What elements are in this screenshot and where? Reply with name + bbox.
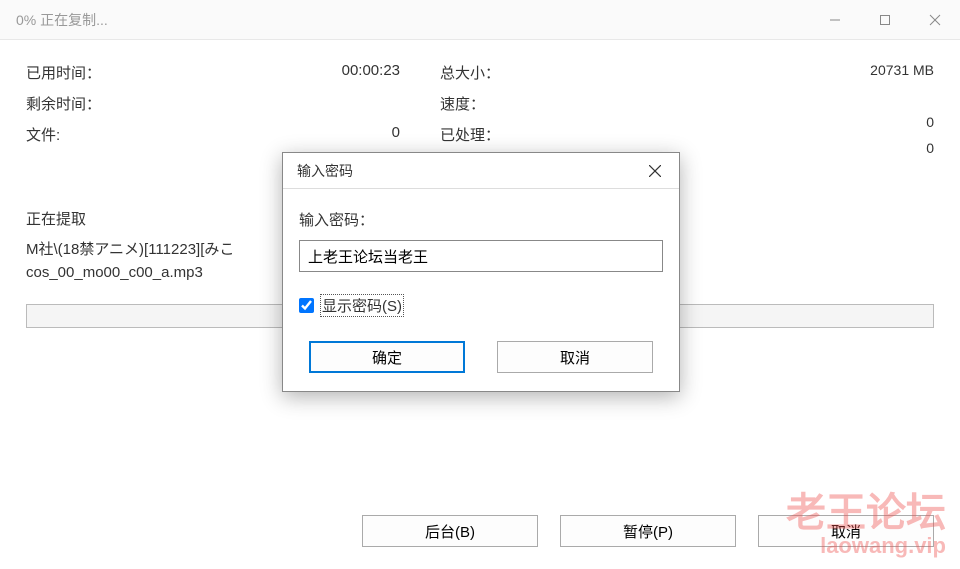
password-dialog: 输入密码 输入密码： 显示密码(S) 确定 取消 <box>282 152 680 392</box>
cancel-button[interactable]: 取消 <box>758 515 934 547</box>
dialog-body: 输入密码： 显示密码(S) 确定 取消 <box>283 189 679 391</box>
close-icon <box>929 14 941 26</box>
background-button[interactable]: 后台(B) <box>362 515 538 547</box>
maximize-button[interactable] <box>860 0 910 39</box>
ok-button[interactable]: 确定 <box>309 341 465 373</box>
remaining-label: 剩余时间： <box>26 93 440 114</box>
totalsize-label: 总大小： <box>440 62 854 83</box>
window-title: 0% 正在复制... <box>16 10 810 30</box>
files-value: 0 <box>392 124 440 145</box>
show-password-checkbox[interactable] <box>299 298 314 313</box>
window-titlebar: 0% 正在复制... <box>0 0 960 40</box>
footer-buttons: 后台(B) 暂停(P) 取消 <box>362 515 934 547</box>
dialog-buttons: 确定 取消 <box>299 341 663 373</box>
dialog-cancel-button[interactable]: 取消 <box>497 341 653 373</box>
processed-value: 0 <box>854 114 934 130</box>
close-icon <box>649 165 661 177</box>
maximize-icon <box>879 14 891 26</box>
processed-label: 已处理： <box>440 124 854 145</box>
pause-button[interactable]: 暂停(P) <box>560 515 736 547</box>
dialog-title: 输入密码 <box>297 161 631 181</box>
files-label: 文件: <box>26 124 392 145</box>
minimize-button[interactable] <box>810 0 860 39</box>
show-password-row: 显示密码(S) <box>299 294 663 317</box>
password-input[interactable] <box>299 240 663 272</box>
show-password-label[interactable]: 显示密码(S) <box>320 294 404 317</box>
elapsed-value: 00:00:23 <box>342 62 440 83</box>
speed-label: 速度： <box>440 93 854 114</box>
stats-grid: 已用时间： 00:00:23 剩余时间： 文件: 0 总大小： 速度： 已处理：… <box>26 62 934 156</box>
dialog-titlebar: 输入密码 <box>283 153 679 189</box>
minimize-icon <box>829 14 841 26</box>
elapsed-label: 已用时间： <box>26 62 342 83</box>
totalsize-value: 20731 MB <box>854 62 934 78</box>
dialog-close-button[interactable] <box>631 153 679 188</box>
window-controls <box>810 0 960 39</box>
close-button[interactable] <box>910 0 960 39</box>
password-label: 输入密码： <box>299 209 663 230</box>
ratio-value: 0 <box>854 140 934 156</box>
